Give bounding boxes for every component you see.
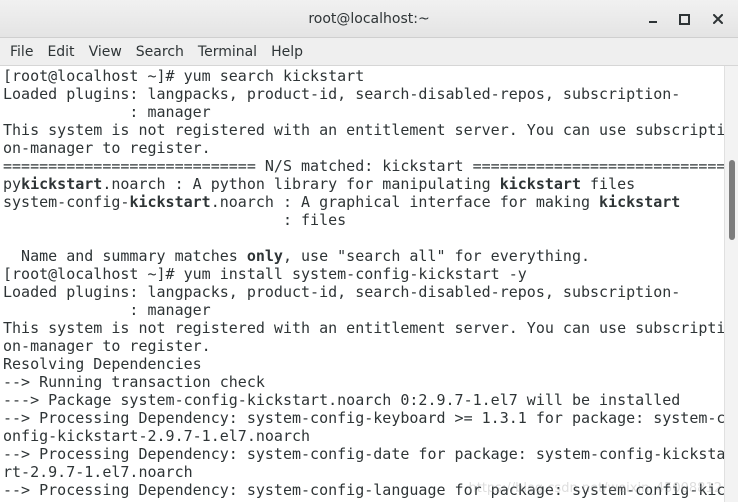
terminal-line: onfig-kickstart-2.9.7-1.el7.noarch bbox=[3, 427, 310, 445]
menu-edit[interactable]: Edit bbox=[40, 39, 81, 65]
terminal-text: .noarch : A graphical interface for maki… bbox=[210, 193, 600, 211]
terminal-line: ---> Package system-config-kickstart.noa… bbox=[3, 391, 680, 409]
menu-view[interactable]: View bbox=[82, 39, 129, 65]
terminal-text: : manager bbox=[3, 103, 211, 121]
terminal-line: : files bbox=[3, 211, 346, 229]
window-title: root@localhost:~ bbox=[308, 11, 430, 27]
terminal-line: --> Processing Dependency: system-config… bbox=[3, 409, 724, 427]
terminal-text: on-manager to register. bbox=[3, 337, 211, 355]
terminal-line: : manager bbox=[3, 301, 211, 319]
terminal-line: --> Processing Dependency: system-config… bbox=[3, 445, 724, 463]
close-icon bbox=[713, 14, 723, 24]
terminal-line: : manager bbox=[3, 103, 211, 121]
maximize-button[interactable] bbox=[674, 9, 694, 29]
terminal-text: files bbox=[580, 175, 636, 193]
close-button[interactable] bbox=[708, 9, 728, 29]
terminal-text: .noarch : A python library for manipulat… bbox=[102, 175, 500, 193]
highlighted-match: kickstart bbox=[499, 175, 581, 193]
highlighted-match: kickstart bbox=[129, 193, 211, 211]
terminal-line: pykickstart.noarch : A python library fo… bbox=[3, 175, 635, 193]
highlighted-match: kickstart bbox=[599, 193, 681, 211]
terminal-text: Resolving Dependencies bbox=[3, 355, 202, 373]
terminal-text: : files bbox=[3, 211, 347, 229]
menu-terminal[interactable]: Terminal bbox=[191, 39, 264, 65]
terminal-line: Loaded plugins: langpacks, product-id, s… bbox=[3, 85, 680, 103]
terminal-text: [root@localhost ~]# yum search kickstart bbox=[3, 67, 365, 85]
menu-search[interactable]: Search bbox=[129, 39, 191, 65]
terminal-text: py bbox=[3, 175, 22, 193]
highlighted-match: kickstart bbox=[21, 175, 103, 193]
terminal-line: [root@localhost ~]# yum install system-c… bbox=[3, 265, 527, 283]
terminal-text: --> Running transaction check bbox=[3, 373, 265, 391]
terminal-text: --> Processing Dependency: system-config… bbox=[3, 481, 724, 499]
vertical-scrollbar[interactable] bbox=[724, 66, 738, 502]
terminal-text: , use "search all" for everything. bbox=[282, 247, 591, 265]
terminal-text: Loaded plugins: langpacks, product-id, s… bbox=[3, 283, 681, 301]
terminal-line: on-manager to register. bbox=[3, 139, 211, 157]
minimize-icon bbox=[649, 21, 657, 23]
terminal-line: --> Running transaction check bbox=[3, 373, 265, 391]
minimize-button[interactable] bbox=[643, 9, 663, 29]
menu-file[interactable]: File bbox=[0, 39, 40, 65]
terminal-text: Loaded plugins: langpacks, product-id, s… bbox=[3, 85, 681, 103]
menu-help[interactable]: Help bbox=[264, 39, 310, 65]
terminal-text: : manager bbox=[3, 301, 211, 319]
terminal-text: --> Processing Dependency: system-config… bbox=[3, 445, 724, 463]
terminal-output[interactable]: [root@localhost ~]# yum search kickstart… bbox=[0, 66, 724, 502]
terminal-line: This system is not registered with an en… bbox=[3, 319, 724, 337]
terminal-text: on-manager to register. bbox=[3, 139, 211, 157]
terminal-text: onfig-kickstart-2.9.7-1.el7.noarch bbox=[3, 427, 311, 445]
terminal-text: This system is not registered with an en… bbox=[3, 319, 724, 337]
terminal-line: system-config-kickstart.noarch : A graph… bbox=[3, 193, 680, 211]
terminal-text: ============================ N/S matched… bbox=[3, 157, 724, 175]
highlighted-match: only bbox=[246, 247, 283, 265]
terminal-text: --> Processing Dependency: system-config… bbox=[3, 409, 724, 427]
title-bar[interactable]: root@localhost:~ bbox=[0, 0, 738, 38]
maximize-icon bbox=[678, 13, 690, 25]
scrollbar-thumb[interactable] bbox=[729, 160, 735, 240]
terminal-line: This system is not registered with an en… bbox=[3, 121, 724, 139]
terminal-line: --> Processing Dependency: system-config… bbox=[3, 481, 724, 499]
terminal-line: Name and summary matches only, use "sear… bbox=[3, 247, 590, 265]
terminal-text: rt-2.9.7-1.el7.noarch bbox=[3, 463, 193, 481]
terminal-line: ============================ N/S matched… bbox=[3, 157, 724, 175]
terminal-window: root@localhost:~ File Edit View Search T… bbox=[0, 0, 738, 502]
terminal-line: on-manager to register. bbox=[3, 337, 211, 355]
terminal-line: [root@localhost ~]# yum search kickstart bbox=[3, 67, 364, 85]
menu-bar: File Edit View Search Terminal Help bbox=[0, 38, 738, 66]
terminal-text: This system is not registered with an en… bbox=[3, 121, 724, 139]
terminal-text: system-config- bbox=[3, 193, 130, 211]
terminal-line: rt-2.9.7-1.el7.noarch bbox=[3, 463, 193, 481]
terminal-line: Resolving Dependencies bbox=[3, 355, 202, 373]
terminal-text: ---> Package system-config-kickstart.noa… bbox=[3, 391, 681, 409]
terminal-text: Name and summary matches bbox=[3, 247, 247, 265]
terminal-text: [root@localhost ~]# yum install system-c… bbox=[3, 265, 527, 283]
terminal-line: Loaded plugins: langpacks, product-id, s… bbox=[3, 283, 680, 301]
